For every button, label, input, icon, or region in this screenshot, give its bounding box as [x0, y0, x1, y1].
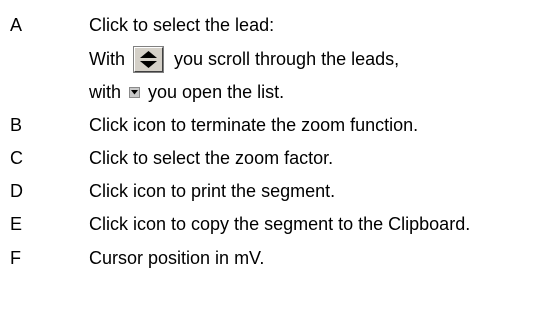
legend-letter-b: B: [10, 115, 23, 135]
legend-text-a-line1: Click to select the lead:: [89, 10, 274, 40]
legend-text-a-line2: With you scroll through the leads,: [89, 44, 399, 74]
legend-letter-a: A: [10, 15, 23, 35]
legend-text-a-line3-suffix: you open the list.: [148, 82, 285, 102]
legend-text-a-line3: with you open the list.: [89, 77, 284, 107]
dropdown-arrow-icon: [129, 86, 141, 98]
legend-text-a-line1-text: Click to select the lead:: [89, 15, 275, 35]
legend-text-f: Cursor position in mV.: [89, 248, 265, 268]
legend-text-c: Click to select the zoom factor.: [89, 148, 334, 168]
scroll-up-down-icon: [134, 46, 163, 72]
legend-text-a-line2-prefix: With: [89, 49, 125, 69]
legend-text-a-line2-suffix: you scroll through the leads,: [174, 49, 400, 69]
legend-text-e: Click icon to copy the segment to the Cl…: [89, 214, 471, 234]
legend-list: A Click to select the lead: With you scr…: [0, 0, 554, 313]
legend-text-d: Click icon to print the segment.: [89, 181, 336, 201]
legend-text-b: Click icon to terminate the zoom functio…: [89, 115, 419, 135]
legend-letter-e: E: [10, 214, 23, 234]
legend-letter-c: C: [10, 148, 23, 168]
legend-text-a-line3-prefix: with: [89, 82, 122, 102]
legend-letter-f: F: [10, 248, 21, 268]
legend-letter-d: D: [10, 181, 23, 201]
